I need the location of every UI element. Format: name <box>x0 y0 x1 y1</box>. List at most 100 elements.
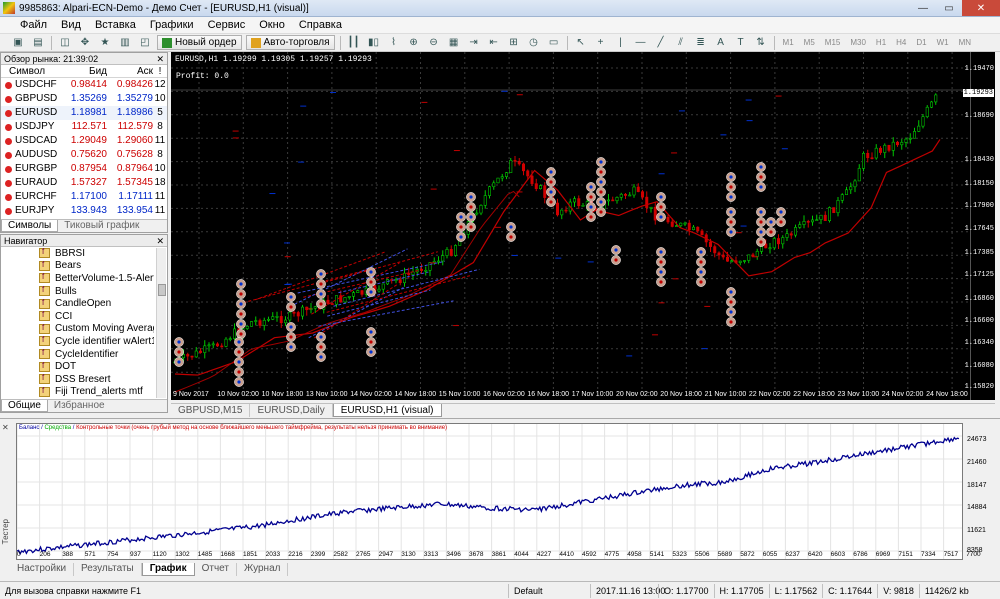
market-watch-row[interactable]: EURGBP 0.87954 0.87964 10 <box>1 162 167 176</box>
tab-tick-chart[interactable]: Тиковый график <box>58 220 145 232</box>
market-watch-row[interactable]: USDCAD 1.29049 1.29060 11 <box>1 134 167 148</box>
market-watch-row[interactable]: USDJPY 112.571 112.579 8 <box>1 120 167 134</box>
crosshair-icon[interactable]: + <box>593 35 609 50</box>
close-button[interactable]: ✕ <box>962 0 1000 16</box>
new-order-button[interactable]: Новый ордер <box>157 35 242 50</box>
navigator-item[interactable]: Custom Moving Averages <box>1 323 154 336</box>
tf-h1[interactable]: H1 <box>876 38 886 47</box>
navigator-item[interactable]: Bears <box>1 260 154 273</box>
chart-shift-icon[interactable]: ⇤ <box>486 35 502 50</box>
cursor-icon[interactable]: ↖ <box>573 35 589 50</box>
market-watch-row[interactable]: EURUSD 1.18981 1.18986 5 <box>1 106 167 120</box>
tf-w1[interactable]: W1 <box>937 38 949 47</box>
tab-eurusd-daily[interactable]: EURUSD,Daily <box>250 404 333 417</box>
tab-symbols[interactable]: Символы <box>1 220 59 232</box>
equity-x-label: 206 <box>39 551 51 558</box>
equity-x-label: 0 <box>17 551 21 558</box>
autotrading-button[interactable]: Авто-торговля <box>245 35 335 50</box>
tf-d1[interactable]: D1 <box>916 38 926 47</box>
market-watch-row[interactable]: AUDUSD 0.75620 0.75628 8 <box>1 148 167 162</box>
bar-chart-icon[interactable]: ┃┃ <box>346 35 362 50</box>
tab-common[interactable]: Общие <box>1 400 48 412</box>
autoscroll-icon[interactable]: ⇥ <box>466 35 482 50</box>
menu-tools[interactable]: Сервис <box>201 17 253 34</box>
profiles-icon[interactable]: ▤ <box>30 35 46 50</box>
tab-gbpusd-m15[interactable]: GBPUSD,M15 <box>171 404 251 417</box>
fibo-icon[interactable]: ≣ <box>693 35 709 50</box>
data-window-icon[interactable]: ✥ <box>77 35 93 50</box>
tf-m5[interactable]: M5 <box>804 38 815 47</box>
navigator-item[interactable]: Bulls <box>1 285 154 298</box>
tile-windows-icon[interactable]: ▦ <box>446 35 462 50</box>
close-icon[interactable]: ✕ <box>156 53 164 65</box>
tf-m30[interactable]: M30 <box>850 38 866 47</box>
navigator-item[interactable]: CCI <box>1 310 154 323</box>
tf-mn[interactable]: MN <box>959 38 971 47</box>
minimize-button[interactable]: — <box>910 0 936 16</box>
tab-results[interactable]: Результаты <box>74 563 142 576</box>
col-ask[interactable]: Аск <box>107 65 153 77</box>
horizontal-line-icon[interactable]: — <box>633 35 649 50</box>
menu-view[interactable]: Вид <box>54 17 88 34</box>
label-icon[interactable]: T <box>733 35 749 50</box>
arrows-icon[interactable]: ⇅ <box>753 35 769 50</box>
scroll-thumb[interactable] <box>158 284 166 296</box>
equity-x-label: 5689 <box>717 551 733 558</box>
tf-m15[interactable]: M15 <box>825 38 841 47</box>
navigator-item[interactable]: DSS Bresert <box>1 373 154 386</box>
chart-canvas[interactable] <box>171 52 970 400</box>
navigator-item[interactable]: Cycle identifier wAlert1 majo <box>1 335 154 348</box>
tab-settings[interactable]: Настройки <box>10 563 75 576</box>
templates-icon[interactable]: ▭ <box>546 35 562 50</box>
navigator-item[interactable]: CycleIdentifier <box>1 348 154 361</box>
tf-h4[interactable]: H4 <box>896 38 906 47</box>
equity-x-label: 571 <box>84 551 96 558</box>
col-symbol[interactable]: Символ <box>1 65 63 77</box>
navigator-item[interactable]: BetterVolume-1.5-Alerts <box>1 272 154 285</box>
tab-report[interactable]: Отчет <box>195 563 237 576</box>
menu-charts[interactable]: Графики <box>143 17 201 34</box>
zoom-out-icon[interactable]: ⊖ <box>426 35 442 50</box>
col-bid[interactable]: Бид <box>63 65 107 77</box>
market-watch-row[interactable]: EURAUD 1.57327 1.57345 18 <box>1 176 167 190</box>
tab-favorites[interactable]: Избранное <box>48 400 111 412</box>
menu-insert[interactable]: Вставка <box>88 17 143 34</box>
close-icon[interactable]: ✕ <box>156 235 164 247</box>
line-chart-icon[interactable]: ⌇ <box>386 35 402 50</box>
navigator-scrollbar[interactable] <box>156 248 166 398</box>
tf-m1[interactable]: M1 <box>783 38 794 47</box>
menu-help[interactable]: Справка <box>292 17 349 34</box>
tab-graph[interactable]: График <box>141 563 195 576</box>
channel-icon[interactable]: ⫽ <box>673 35 689 50</box>
navigator-item[interactable]: CandleOpen <box>1 297 154 310</box>
navigator-item[interactable]: DOT <box>1 360 154 373</box>
market-watch-row[interactable]: GBPUSD 1.35269 1.35279 10 <box>1 92 167 106</box>
zoom-in-icon[interactable]: ⊕ <box>406 35 422 50</box>
equity-canvas <box>16 424 962 559</box>
maximize-button[interactable]: ▭ <box>936 0 962 16</box>
navigator-icon[interactable]: ★ <box>97 35 113 50</box>
periods-icon[interactable]: ◷ <box>526 35 542 50</box>
candlestick-icon[interactable]: ▮▯ <box>366 35 382 50</box>
tester-icon[interactable]: ◰ <box>137 35 153 50</box>
col-spread[interactable]: ! <box>153 65 167 77</box>
close-icon[interactable]: ✕ <box>2 423 9 432</box>
indicators-icon[interactable]: ⊞ <box>506 35 522 50</box>
market-watch-row[interactable]: EURJPY 133.943 133.954 11 <box>1 204 167 218</box>
text-icon[interactable]: A <box>713 35 729 50</box>
menu-window[interactable]: Окно <box>252 17 292 34</box>
tab-eurusd-h1-visual[interactable]: EURUSD,H1 (visual) <box>332 404 442 417</box>
menu-file[interactable]: Файл <box>0 17 54 34</box>
market-watch-row[interactable]: USDCHF 0.98414 0.98426 12 <box>1 78 167 92</box>
new-chart-icon[interactable]: ▣ <box>10 35 26 50</box>
tab-journal[interactable]: Журнал <box>237 563 289 576</box>
navigator-item[interactable]: BBRSI <box>1 247 154 260</box>
market-watch-icon[interactable]: ◫ <box>57 35 73 50</box>
price-chart[interactable] <box>171 52 970 400</box>
terminal-icon[interactable]: ▥ <box>117 35 133 50</box>
price-scale[interactable]: 1.19470 1.19293 1.18690 1.18430 1.18150 1.179… <box>962 52 995 400</box>
market-watch-row[interactable]: EURCHF 1.17100 1.17111 11 <box>1 190 167 204</box>
vertical-line-icon[interactable]: | <box>613 35 629 50</box>
navigator-item[interactable]: Fiji Trend_alerts mtf <box>1 386 154 399</box>
trendline-icon[interactable]: ╱ <box>653 35 669 50</box>
